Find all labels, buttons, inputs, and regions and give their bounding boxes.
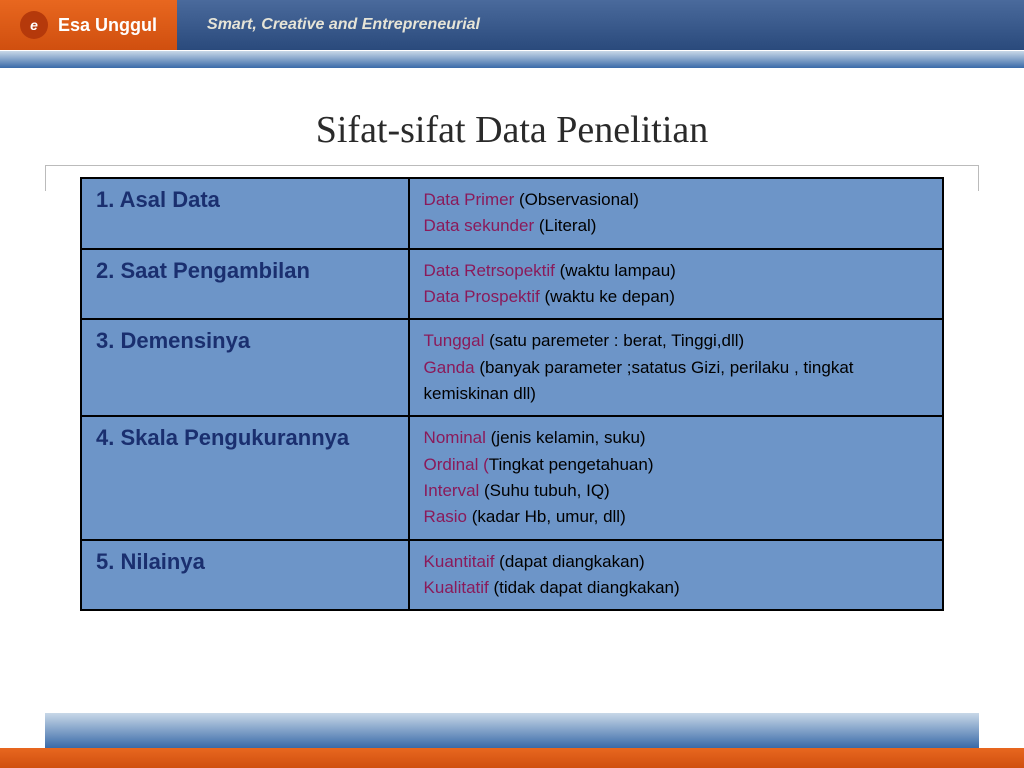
detail-line: Data Prospektif (waktu ke depan) — [424, 284, 928, 310]
desc-text: (satu paremeter : berat, Tinggi,dll) — [484, 331, 744, 350]
header-bar: e Esa Unggul Smart, Creative and Entrepr… — [0, 0, 1024, 50]
detail-line: Rasio (kadar Hb, umur, dll) — [424, 504, 928, 530]
desc-text: (waktu ke depan) — [540, 287, 675, 306]
table-row: 2. Saat PengambilanData Retrsopektif (wa… — [81, 249, 943, 320]
desc-text: (dapat diangkakan) — [494, 552, 644, 571]
term-text: Data Retrsopektif — [424, 261, 555, 280]
footer-stripe — [45, 713, 979, 748]
tagline: Smart, Creative and Entrepreneurial — [207, 16, 480, 34]
logo-icon: e — [20, 11, 48, 39]
term-text: Ganda — [424, 358, 475, 377]
category-cell: 4. Skala Pengukurannya — [81, 416, 409, 539]
desc-text: (Suhu tubuh, IQ) — [479, 481, 609, 500]
desc-text: (banyak parameter ;satatus Gizi, perilak… — [424, 358, 854, 403]
detail-line: Tunggal (satu paremeter : berat, Tinggi,… — [424, 328, 928, 354]
details-cell: Tunggal (satu paremeter : berat, Tinggi,… — [409, 319, 943, 416]
detail-line: Ordinal (Tingkat pengetahuan) — [424, 452, 928, 478]
term-text: Rasio — [424, 507, 467, 526]
footer-bar — [0, 713, 1024, 768]
page-title: Sifat-sifat Data Penelitian — [0, 108, 1024, 152]
details-cell: Kuantitaif (dapat diangkakan)Kualitatif … — [409, 540, 943, 611]
details-cell: Data Primer (Observasional)Data sekunder… — [409, 178, 943, 249]
term-text: Nominal — [424, 428, 486, 447]
detail-line: Data sekunder (Literal) — [424, 213, 928, 239]
term-text: Interval — [424, 481, 480, 500]
term-text: Data Primer — [424, 190, 515, 209]
desc-text: (kadar Hb, umur, dll) — [467, 507, 626, 526]
detail-line: Data Primer (Observasional) — [424, 187, 928, 213]
term-text: Data sekunder — [424, 216, 535, 235]
term-text: Data Prospektif — [424, 287, 540, 306]
detail-line: Kualitatif (tidak dapat diangkakan) — [424, 575, 928, 601]
details-cell: Data Retrsopektif (waktu lampau)Data Pro… — [409, 249, 943, 320]
logo-letter: e — [30, 17, 38, 33]
desc-text: (jenis kelamin, suku) — [486, 428, 646, 447]
term-text: Ordinal ( — [424, 455, 489, 474]
detail-line: Ganda (banyak parameter ;satatus Gizi, p… — [424, 355, 928, 408]
category-cell: 3. Demensinya — [81, 319, 409, 416]
table-row: 5. Nilainya Kuantitaif (dapat diangkakan)… — [81, 540, 943, 611]
category-cell: 1. Asal Data — [81, 178, 409, 249]
term-text: Kualitatif — [424, 578, 489, 597]
desc-text: (tidak dapat diangkakan) — [489, 578, 680, 597]
properties-table: 1. Asal DataData Primer (Observasional)D… — [80, 177, 944, 611]
desc-text: Tingkat pengetahuan) — [489, 455, 654, 474]
desc-text: (waktu lampau) — [555, 261, 676, 280]
table-row: 3. Demensinya Tunggal (satu paremeter : b… — [81, 319, 943, 416]
detail-line: Kuantitaif (dapat diangkakan) — [424, 549, 928, 575]
table-row: 1. Asal DataData Primer (Observasional)D… — [81, 178, 943, 249]
detail-line: Interval (Suhu tubuh, IQ) — [424, 478, 928, 504]
footer-bottom — [0, 748, 1024, 768]
detail-line: Nominal (jenis kelamin, suku) — [424, 425, 928, 451]
detail-line: Data Retrsopektif (waktu lampau) — [424, 258, 928, 284]
header-stripe — [0, 50, 1024, 68]
desc-text: (Literal) — [534, 216, 596, 235]
brand-logo: e Esa Unggul — [0, 0, 177, 50]
details-cell: Nominal (jenis kelamin, suku)Ordinal (Ti… — [409, 416, 943, 539]
desc-text: (Observasional) — [514, 190, 639, 209]
category-cell: 2. Saat Pengambilan — [81, 249, 409, 320]
table-wrap: 1. Asal DataData Primer (Observasional)D… — [80, 177, 944, 611]
category-cell: 5. Nilainya — [81, 540, 409, 611]
term-text: Tunggal — [424, 331, 485, 350]
brand-name: Esa Unggul — [58, 15, 157, 36]
table-row: 4. Skala Pengukurannya Nominal (jenis kel… — [81, 416, 943, 539]
term-text: Kuantitaif — [424, 552, 495, 571]
